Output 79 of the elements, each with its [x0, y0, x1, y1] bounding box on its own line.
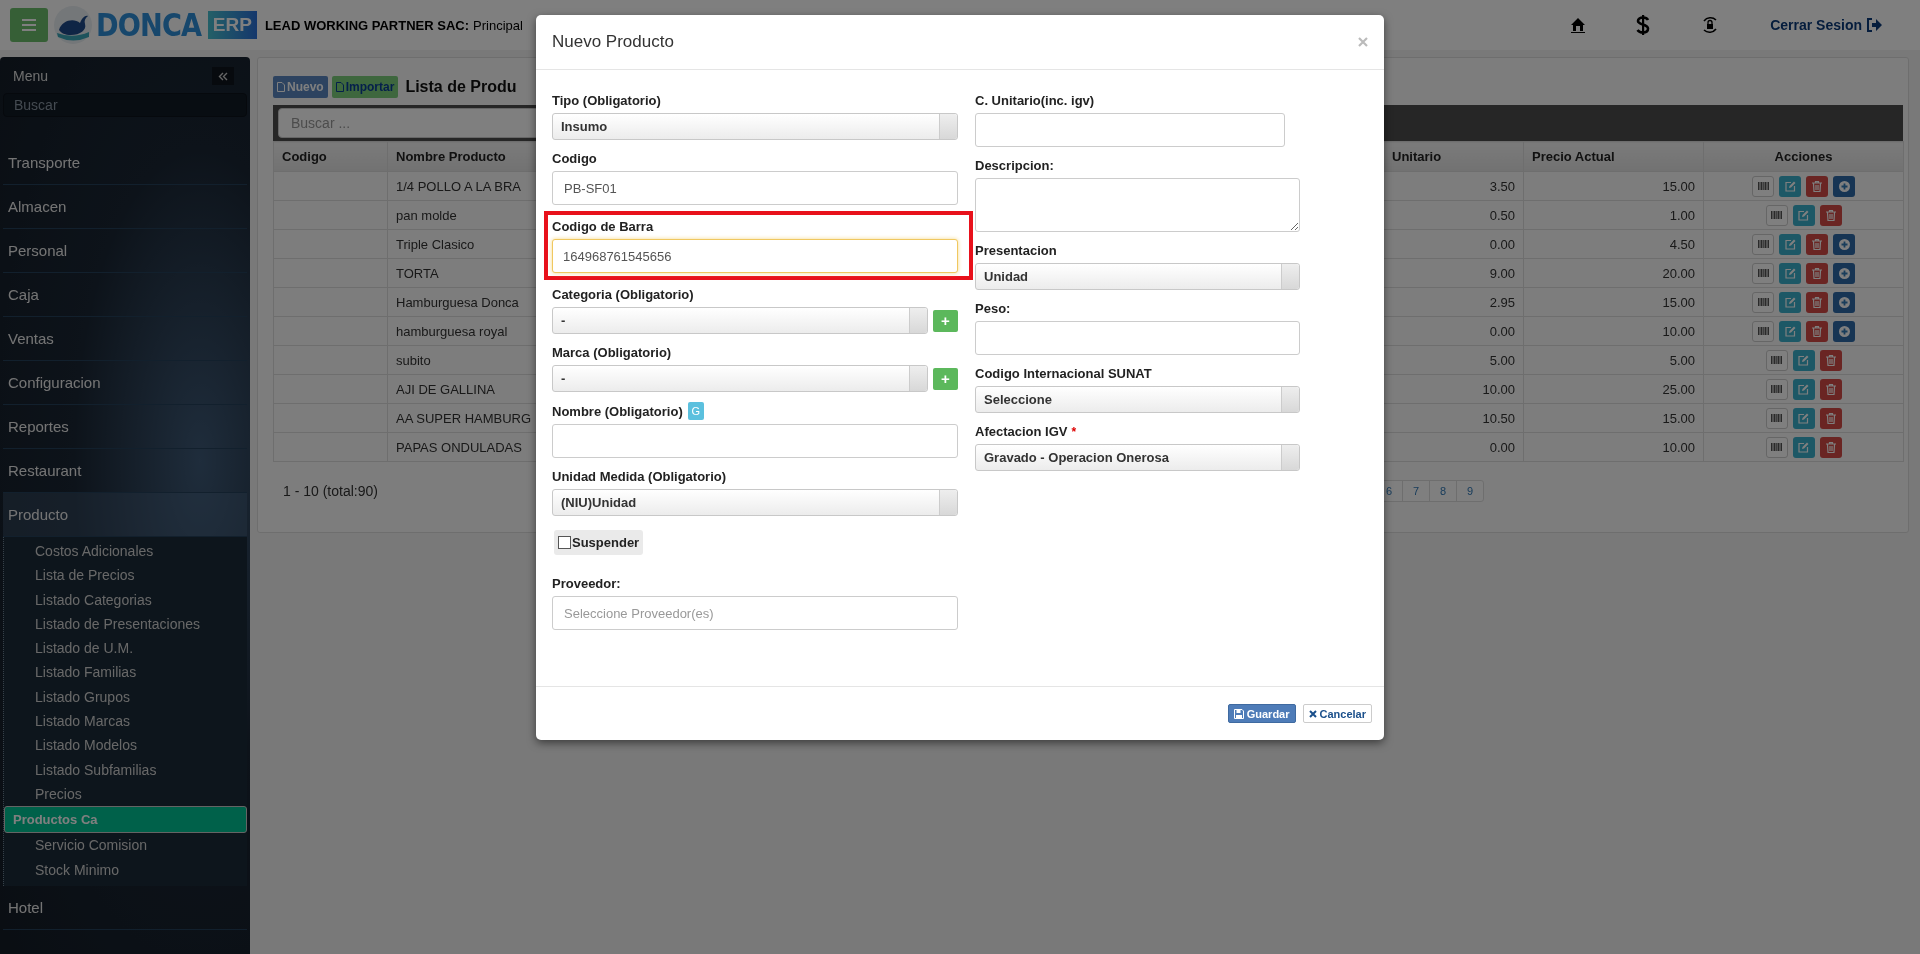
select-field[interactable]: - — [552, 307, 928, 334]
table-cell: 15.00 — [1523, 403, 1704, 433]
sidebar-item[interactable]: Personal — [3, 229, 247, 273]
sidebar-item[interactable]: Ventas — [3, 317, 247, 361]
toolbar-button[interactable]: Nuevo — [273, 76, 328, 98]
submenu-item[interactable]: Listado Categorias — [4, 587, 247, 612]
pagination-summary: 1 - 10 (total:90) — [283, 483, 378, 499]
submenu-item[interactable]: Listado Marcas — [4, 709, 247, 734]
table-cell: 15.00 — [1523, 171, 1704, 201]
page-title: Lista de Produ — [405, 78, 517, 96]
footer-button[interactable]: Guardar — [1227, 704, 1296, 723]
select-field[interactable]: Gravado - Operacion Onerosa — [975, 444, 1300, 471]
submenu-item[interactable]: Listado de U.M. — [4, 636, 247, 661]
table-cell: 25.00 — [1523, 374, 1704, 404]
column-header: Acciones — [1703, 141, 1904, 172]
submenu-item[interactable]: Productos Ca — [4, 806, 247, 834]
sidebar-item[interactable]: Almacen — [3, 185, 247, 229]
select-field[interactable]: Seleccione — [975, 386, 1300, 413]
brand-name: DONCA — [96, 6, 202, 44]
submenu-item[interactable]: Listado Subfamilias — [4, 757, 247, 782]
select-field[interactable]: (NIU)Unidad — [552, 489, 958, 516]
submenu-item[interactable]: Servicio Comision — [4, 833, 247, 858]
column-header: Unitario — [1383, 141, 1524, 172]
sidebar-item[interactable]: Configuracion — [3, 361, 247, 405]
input-field[interactable]: PB-SF01 — [552, 171, 958, 205]
page-link[interactable]: 9 — [1456, 481, 1483, 501]
sidebar-item[interactable]: Reportes — [3, 405, 247, 449]
field-label: Categoria (Obligatorio) — [552, 287, 694, 302]
submenu-item[interactable]: Listado Grupos — [4, 684, 247, 710]
modal-title: Nuevo Producto — [552, 32, 674, 52]
field-label: Nombre (Obligatorio) — [552, 403, 683, 419]
field-label: C. Unitario(inc. igv) — [975, 93, 1095, 108]
table-cell: 1.00 — [1523, 200, 1704, 230]
table-cell: 10.00 — [1523, 432, 1704, 462]
select-field[interactable]: - — [552, 365, 928, 392]
table-cell: 5.00 — [1523, 345, 1704, 375]
sidebar-item[interactable]: Caja — [3, 273, 247, 317]
table-cell: 4.50 — [1523, 229, 1704, 259]
submenu-item[interactable]: Listado Familias — [4, 660, 247, 685]
sidebar-search-field[interactable]: Buscar — [3, 93, 247, 117]
table-cell: 15.00 — [1523, 287, 1704, 317]
logout-link[interactable]: Cerrar Sesion — [1770, 17, 1882, 33]
field-label: Codigo — [552, 151, 597, 166]
page-link[interactable]: 7 — [1402, 481, 1429, 501]
column-header: Precio Actual — [1523, 141, 1704, 172]
submenu-item[interactable]: Lista de Precios — [4, 563, 247, 588]
suspend-checkbox[interactable]: Suspender — [554, 530, 644, 555]
generate-button[interactable]: G — [687, 402, 704, 420]
sidebar-item[interactable]: Transporte — [3, 141, 247, 185]
submenu-item[interactable]: Listado Modelos — [4, 733, 247, 758]
submenu-item[interactable]: Listado de Presentaciones — [4, 611, 247, 637]
table-cell: 10.00 — [1523, 316, 1704, 346]
sidebar-item[interactable]: Restaurant — [3, 449, 247, 493]
field-label: Unidad Medida (Obligatorio) — [552, 469, 727, 484]
submenu-item[interactable]: Stock Minimo — [4, 857, 247, 882]
branch-name: Principal — [473, 17, 523, 33]
brand-badge: ERP — [207, 11, 257, 39]
field-label: Presentacion — [975, 243, 1057, 258]
submenu-item[interactable]: Precios — [4, 781, 247, 807]
field-label: Tipo (Obligatorio) — [552, 93, 661, 108]
page-link[interactable]: 8 — [1429, 481, 1456, 501]
table-cell: 20.00 — [1523, 258, 1704, 288]
select-field[interactable]: Unidad — [975, 263, 1300, 290]
sidebar-item[interactable]: Hotel — [3, 885, 247, 930]
menu-title: Menu — [13, 68, 49, 84]
select-field[interactable]: Insumo — [552, 113, 958, 140]
field-label: Marca (Obligatorio) — [552, 345, 672, 360]
add-button[interactable]: + — [933, 367, 958, 390]
footer-button[interactable]: Cancelar — [1302, 704, 1372, 723]
submenu-item[interactable]: Costos Adicionales — [4, 539, 247, 564]
toolbar-button[interactable]: Importar — [331, 76, 399, 98]
input-field[interactable]: Seleccione Proveedor(es) — [552, 596, 958, 630]
column-header: Codigo — [273, 141, 388, 172]
field-label: Descripcion: — [975, 158, 1054, 173]
company-name: LEAD WORKING PARTNER SAC: — [264, 17, 469, 33]
add-button[interactable]: + — [933, 309, 958, 332]
field-label: Proveedor: — [552, 576, 621, 591]
field-label: Peso: — [975, 301, 1011, 316]
input-field[interactable]: 164968761545656 — [552, 239, 958, 273]
